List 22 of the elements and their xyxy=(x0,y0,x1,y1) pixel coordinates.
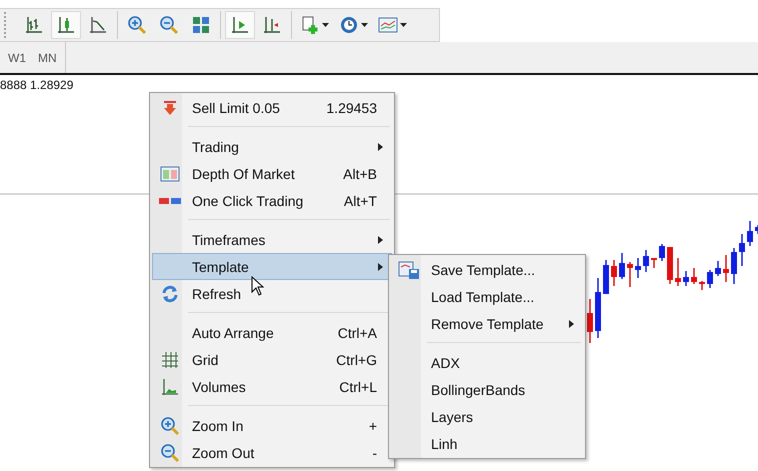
menu-item[interactable]: One Click Trading Alt+T xyxy=(152,187,392,214)
menu-item[interactable]: Linh xyxy=(391,430,583,457)
menu-item[interactable]: Grid Ctrl+G xyxy=(152,346,392,373)
menu-item[interactable]: Depth Of Market Alt+B xyxy=(152,160,392,187)
timeframe-button[interactable]: MN xyxy=(38,50,57,64)
menu-item[interactable]: Sell Limit 0.05 1.29453 xyxy=(152,94,392,121)
menu-item[interactable]: Trading xyxy=(152,133,392,160)
menu-item[interactable]: Timeframes xyxy=(152,226,392,253)
menu-item[interactable]: Zoom In + xyxy=(152,412,392,439)
menu-item[interactable]: Volumes Ctrl+L xyxy=(152,373,392,400)
menu-item[interactable]: Load Template... xyxy=(391,283,583,310)
menu-item[interactable]: Layers xyxy=(391,403,583,430)
menu-item[interactable]: Template xyxy=(152,253,392,280)
menu-item[interactable]: BollingerBands xyxy=(391,376,583,403)
menu-item[interactable]: Zoom Out - xyxy=(152,439,392,466)
menu-item[interactable]: Auto Arrange Ctrl+A xyxy=(152,319,392,346)
timeframe-button[interactable]: W1 xyxy=(8,50,26,64)
menu-item[interactable]: ADX xyxy=(391,349,583,376)
menu-item[interactable]: Refresh xyxy=(152,280,392,307)
price-text: 8888 1.28929 xyxy=(0,78,74,92)
menu-item[interactable]: Remove Template xyxy=(391,310,583,337)
menu-item[interactable]: Save Template... xyxy=(391,256,583,283)
